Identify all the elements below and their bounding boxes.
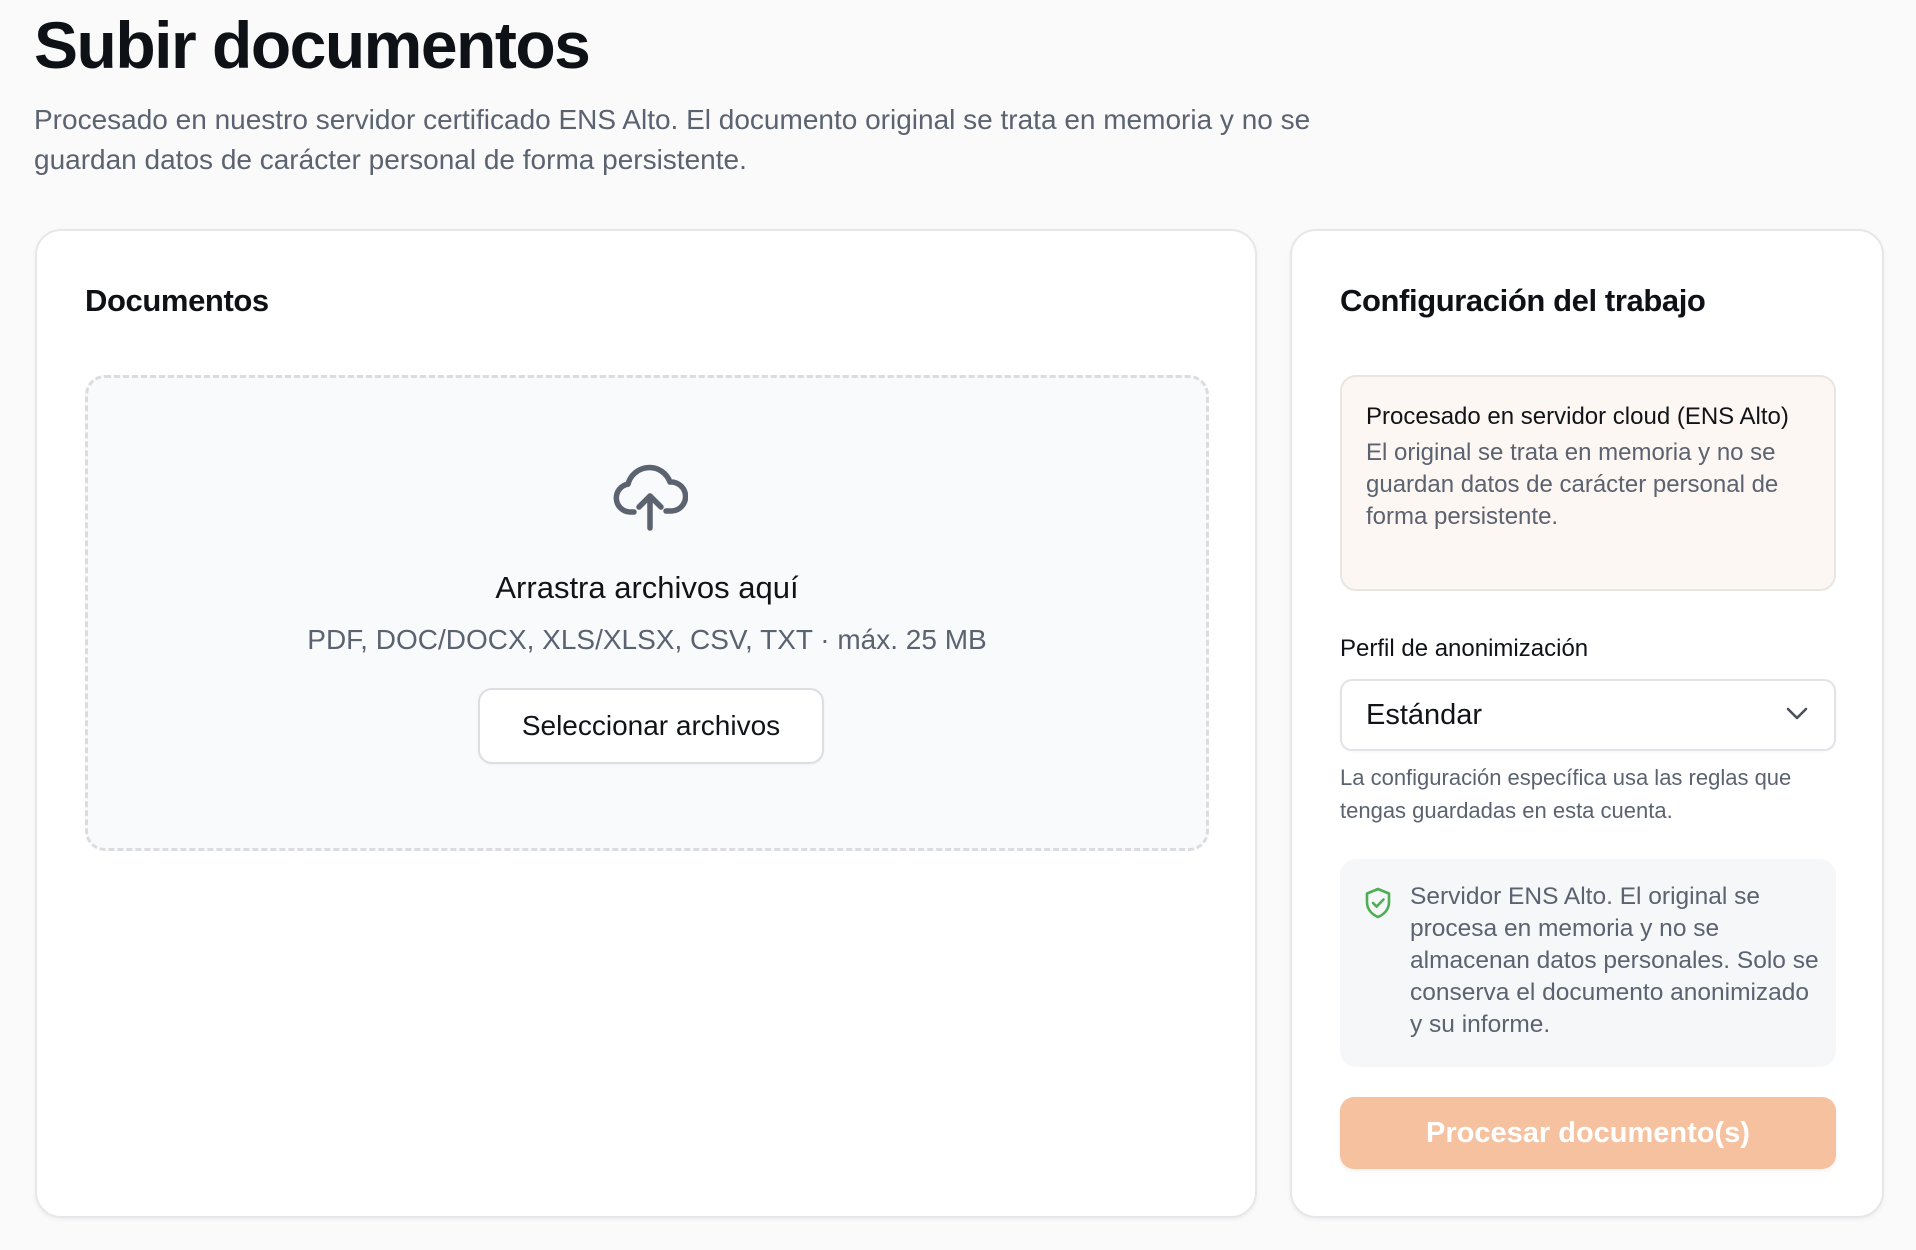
- shield-check-icon: [1365, 887, 1391, 919]
- dropzone-title: Arrastra archivos aquí: [495, 570, 799, 605]
- chevron-down-icon: [1786, 707, 1808, 720]
- select-files-button[interactable]: Seleccionar archivos: [478, 688, 824, 764]
- dropzone-file-hint: PDF, DOC/DOCX, XLS/XLSX, CSV, TXT · máx.…: [307, 624, 987, 655]
- profile-select-value: Estándar: [1366, 699, 1483, 731]
- documents-card-title: Documentos: [85, 283, 269, 318]
- page-title: Subir documentos: [34, 8, 591, 82]
- processing-notice-body: El original se trata en memoria y no se …: [1366, 439, 1779, 530]
- processing-notice: Procesado en servidor cloud (ENS Alto) E…: [1340, 375, 1836, 591]
- profile-select[interactable]: Estándar: [1340, 679, 1836, 751]
- upload-page: Subir documentos Procesado en nuestro se…: [0, 0, 1916, 1250]
- config-card-title: Configuración del trabajo: [1340, 283, 1706, 318]
- documents-card: Documentos Arrastra archivos aquí PDF, D…: [35, 229, 1257, 1218]
- cloud-upload-icon: [613, 464, 688, 531]
- file-dropzone[interactable]: Arrastra archivos aquí PDF, DOC/DOCX, XL…: [85, 375, 1209, 851]
- processing-notice-title: Procesado en servidor cloud (ENS Alto): [1366, 403, 1789, 430]
- security-info-box: Servidor ENS Alto. El original se proces…: [1340, 859, 1836, 1067]
- job-config-card: Configuración del trabajo Procesado en s…: [1290, 229, 1884, 1218]
- profile-label: Perfil de anonimización: [1340, 635, 1589, 662]
- security-info-text: Servidor ENS Alto. El original se proces…: [1410, 883, 1819, 1038]
- process-documents-button[interactable]: Procesar documento(s): [1340, 1097, 1836, 1169]
- profile-help-text: La configuración específica usa las regl…: [1340, 765, 1792, 823]
- page-subtitle: Procesado en nuestro servidor certificad…: [34, 104, 1311, 175]
